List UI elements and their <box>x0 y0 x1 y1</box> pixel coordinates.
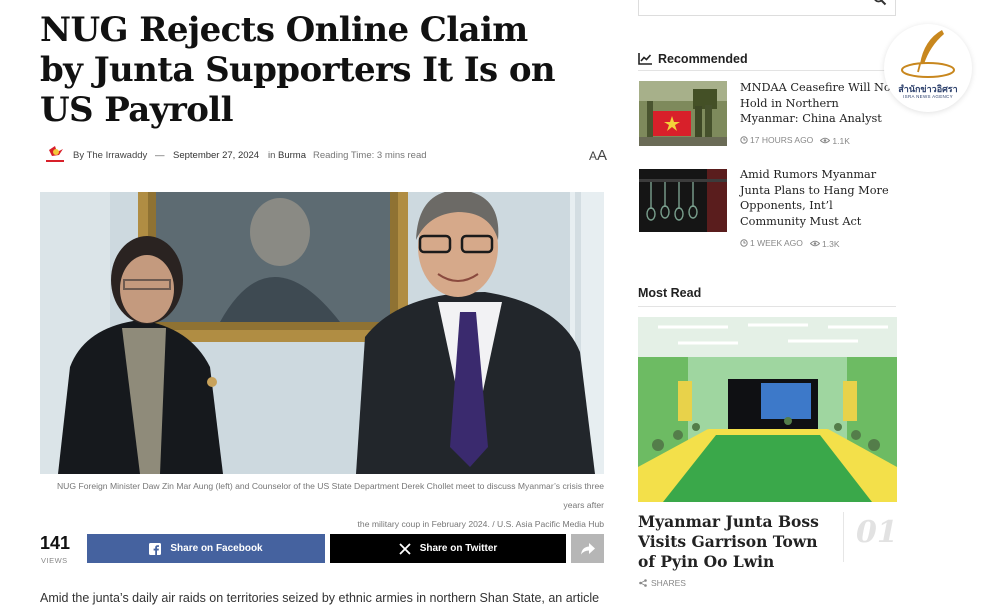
most-read-shares: SHARES <box>639 578 686 588</box>
category-link[interactable]: Burma <box>278 150 306 161</box>
reading-time: Reading Time: 3 mins read <box>313 150 427 161</box>
recommended-thumb-1-image <box>639 81 727 146</box>
search-input[interactable] <box>647 0 857 2</box>
recommended-thumb-2-image <box>639 169 727 232</box>
recommended-time-1: 17 HOURS AGO <box>750 135 814 145</box>
font-size-small[interactable]: A <box>589 149 597 163</box>
clock-icon <box>740 136 748 144</box>
share-twitter-button[interactable]: Share on Twitter <box>330 534 566 563</box>
article-title: NUG Rejects Online Claim by Junta Suppor… <box>40 10 556 130</box>
trending-chart-icon <box>638 53 652 65</box>
x-twitter-icon <box>399 542 411 555</box>
most-read-number-divider <box>843 512 844 562</box>
recommended-title-2[interactable]: Amid Rumors Myanmar Junta Plans to Hang … <box>740 167 900 229</box>
publisher-logo-icon <box>46 146 64 162</box>
recommended-title-1[interactable]: MNDAA Ceasefire Will Not Hold in Norther… <box>740 80 900 127</box>
meta-separator: — <box>155 150 165 161</box>
font-size-toggle[interactable]: AA <box>589 147 607 164</box>
author-byline[interactable]: By The Irrawaddy <box>73 150 147 161</box>
most-read-rank: 01 <box>856 515 898 550</box>
author-prefix: By <box>73 150 85 161</box>
facebook-icon <box>149 542 162 555</box>
most-read-divider <box>638 306 896 307</box>
recommended-heading-label: Recommended <box>658 52 748 66</box>
isra-news-watermark: สำนักข่าวอิศรา ISRA NEWS AGENCY <box>884 24 972 112</box>
article-photo <box>40 192 604 474</box>
share-arrow-icon <box>580 542 595 554</box>
recommended-views-1: 1.1K <box>832 135 850 146</box>
photo-caption: NUG Foreign Minister Daw Zin Mar Aung (l… <box>40 477 604 534</box>
recommended-divider <box>638 70 896 71</box>
recommended-thumb-1[interactable] <box>639 81 727 146</box>
article-body-first-line: Amid the junta’s daily air raids on terr… <box>40 591 600 605</box>
author-name[interactable]: The Irrawaddy <box>87 150 148 161</box>
recommended-meta-2: 1 WEEK AGO 1.3K <box>740 238 840 249</box>
quill-logo-icon <box>901 30 955 78</box>
article-meta: By The Irrawaddy — September 27, 2024 in… <box>44 143 604 167</box>
watermark-subtitle: ISRA NEWS AGENCY <box>903 94 953 99</box>
font-size-big[interactable]: A <box>597 147 607 164</box>
share-facebook-label: Share on Facebook <box>170 543 263 554</box>
recommended-thumb-2[interactable] <box>639 169 727 232</box>
clock-icon <box>740 239 748 247</box>
most-read-image-illustration <box>638 317 897 502</box>
recommended-time-2: 1 WEEK AGO <box>750 238 803 248</box>
shares-label: SHARES <box>651 578 686 588</box>
share-facebook-button[interactable]: Share on Facebook <box>87 534 325 563</box>
category-prefix: in <box>268 150 276 161</box>
article-photo-illustration <box>40 192 604 474</box>
eye-icon <box>810 240 820 247</box>
share-nodes-icon <box>639 579 647 587</box>
share-more-button[interactable] <box>571 534 604 563</box>
most-read-heading: Most Read <box>638 286 702 300</box>
share-twitter-label: Share on Twitter <box>419 543 498 554</box>
photo-caption-line1: NUG Foreign Minister Daw Zin Mar Aung (l… <box>56 481 604 510</box>
most-read-image[interactable] <box>638 317 897 502</box>
most-read-title[interactable]: Myanmar Junta Boss Visits Garrison Town … <box>638 512 838 572</box>
recommended-meta-1: 17 HOURS AGO 1.1K <box>740 135 850 146</box>
search-icon[interactable] <box>873 0 887 6</box>
publish-date[interactable]: September 27, 2024 <box>173 150 259 161</box>
views-label: VIEWS <box>41 556 68 565</box>
search-box[interactable] <box>638 0 896 16</box>
recommended-views-2: 1.3K <box>822 238 840 249</box>
photo-caption-line2: the military coup in February 2024. / U.… <box>357 519 604 529</box>
eye-icon <box>820 137 831 144</box>
views-count: 141 <box>40 533 71 553</box>
